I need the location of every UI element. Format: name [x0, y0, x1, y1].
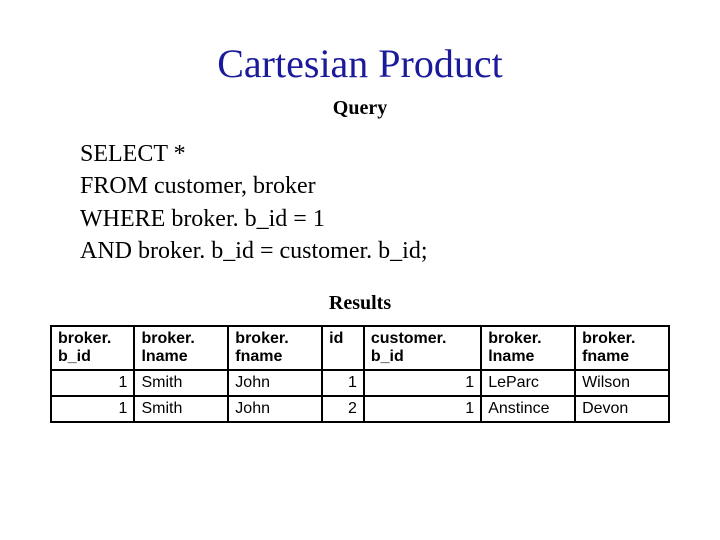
col-header: broker.lname	[481, 326, 575, 371]
cell: 1	[51, 396, 134, 422]
query-line: WHERE broker. b_id = 1	[80, 203, 670, 235]
table-header-row: broker.b_id broker.lname broker.fname id…	[51, 326, 669, 371]
query-block: SELECT * FROM customer, broker WHERE bro…	[80, 138, 670, 268]
results-label: Results	[50, 292, 670, 315]
slide: Cartesian Product Query SELECT * FROM cu…	[0, 0, 720, 540]
cell: Smith	[134, 370, 228, 396]
cell: 1	[364, 370, 481, 396]
cell: 1	[364, 396, 481, 422]
table-row: 1 Smith John 2 1 Anstince Devon	[51, 396, 669, 422]
cell: Wilson	[575, 370, 669, 396]
query-line: FROM customer, broker	[80, 170, 670, 202]
cell: LeParc	[481, 370, 575, 396]
cell: 1	[322, 370, 364, 396]
col-header: broker.lname	[134, 326, 228, 371]
col-header: id	[322, 326, 364, 371]
page-title: Cartesian Product	[50, 40, 670, 87]
query-line: AND broker. b_id = customer. b_id;	[80, 235, 670, 267]
cell: John	[228, 370, 322, 396]
cell: 1	[51, 370, 134, 396]
results-table: broker.b_id broker.lname broker.fname id…	[50, 325, 670, 424]
query-label: Query	[50, 97, 670, 120]
cell: Smith	[134, 396, 228, 422]
table-row: 1 Smith John 1 1 LeParc Wilson	[51, 370, 669, 396]
col-header: broker.b_id	[51, 326, 134, 371]
cell: 2	[322, 396, 364, 422]
cell: Anstince	[481, 396, 575, 422]
col-header: broker.fname	[575, 326, 669, 371]
col-header: broker.fname	[228, 326, 322, 371]
cell: Devon	[575, 396, 669, 422]
col-header: customer.b_id	[364, 326, 481, 371]
query-line: SELECT *	[80, 138, 670, 170]
cell: John	[228, 396, 322, 422]
